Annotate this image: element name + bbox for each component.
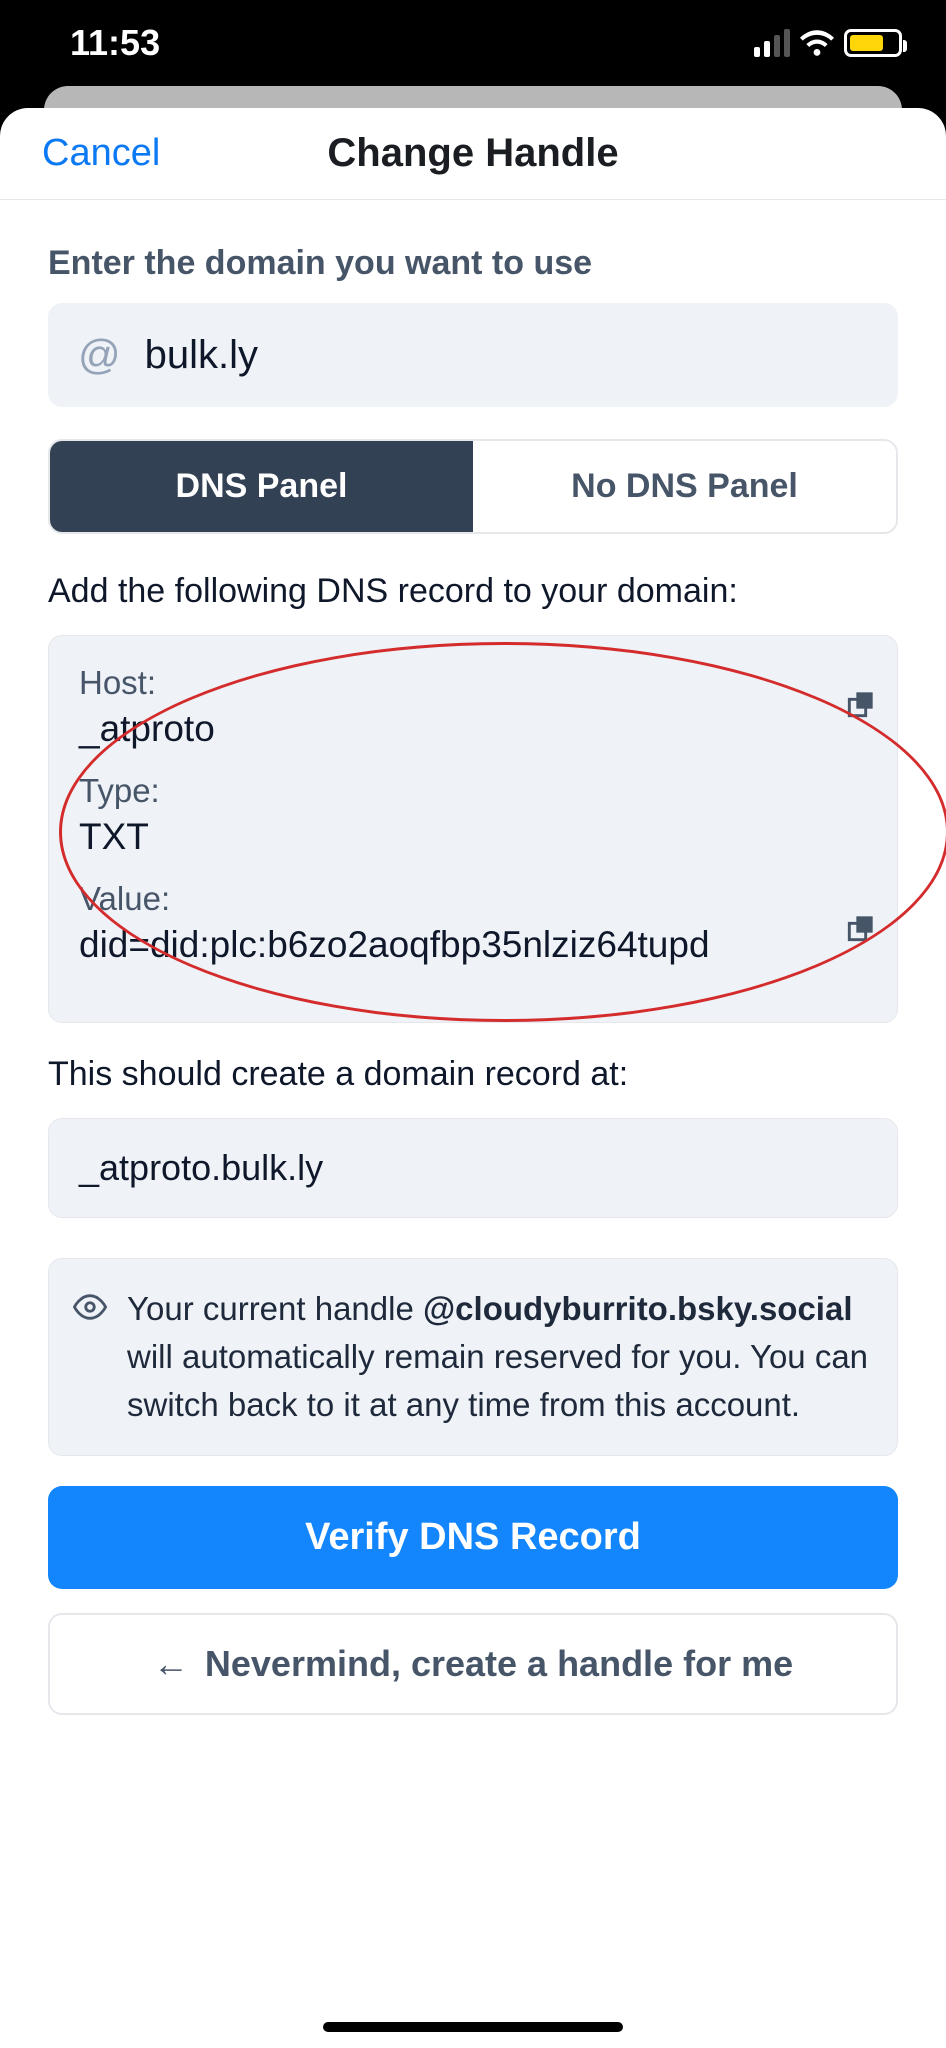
dns-record-card: Host: _atproto Type: TXT Value: did=did:… bbox=[48, 635, 898, 1023]
host-value: _atproto bbox=[79, 708, 867, 750]
domain-input[interactable]: @ bulk.ly bbox=[48, 303, 898, 407]
type-label: Type: bbox=[79, 772, 867, 810]
panel-segmented-control: DNS Panel No DNS Panel bbox=[48, 439, 898, 534]
handle-reserved-notice: Your current handle @cloudyburrito.bsky.… bbox=[48, 1258, 898, 1456]
tab-no-dns-panel[interactable]: No DNS Panel bbox=[473, 441, 896, 532]
status-bar: 11:53 bbox=[0, 0, 946, 86]
nevermind-label: Nevermind, create a handle for me bbox=[205, 1643, 793, 1685]
home-indicator bbox=[323, 2022, 623, 2032]
notice-text: Your current handle @cloudyburrito.bsky.… bbox=[127, 1285, 873, 1429]
host-label: Host: bbox=[79, 664, 867, 702]
dns-instruction: Add the following DNS record to your dom… bbox=[48, 572, 898, 611]
eye-icon bbox=[73, 1289, 107, 1429]
nav-bar: Cancel Change Handle bbox=[0, 108, 946, 200]
copy-value-button[interactable] bbox=[847, 914, 875, 942]
modal-sheet: Cancel Change Handle Enter the domain yo… bbox=[0, 108, 946, 2048]
back-arrow-icon: ← bbox=[153, 1643, 189, 1685]
nevermind-button[interactable]: ← Nevermind, create a handle for me bbox=[48, 1613, 898, 1715]
type-value: TXT bbox=[79, 816, 867, 858]
battery-icon bbox=[844, 29, 902, 57]
notice-pre: Your current handle bbox=[127, 1290, 423, 1327]
record-instruction: This should create a domain record at: bbox=[48, 1055, 898, 1094]
at-icon: @ bbox=[78, 331, 121, 379]
copy-host-button[interactable] bbox=[847, 690, 875, 718]
cancel-button[interactable]: Cancel bbox=[0, 132, 160, 175]
wifi-icon bbox=[800, 30, 834, 56]
cellular-icon bbox=[754, 29, 790, 57]
tab-dns-panel[interactable]: DNS Panel bbox=[50, 441, 473, 532]
domain-label: Enter the domain you want to use bbox=[48, 244, 898, 283]
record-value-box: _atproto.bulk.ly bbox=[48, 1118, 898, 1218]
value-value: did=did:plc:b6zo2aoqfbp35nlziz64tupd bbox=[79, 924, 867, 966]
verify-dns-button[interactable]: Verify DNS Record bbox=[48, 1486, 898, 1589]
status-time: 11:53 bbox=[70, 22, 160, 64]
status-indicators bbox=[754, 29, 902, 57]
notice-handle: @cloudyburrito.bsky.social bbox=[423, 1290, 853, 1327]
notice-post: will automatically remain reserved for y… bbox=[127, 1338, 868, 1423]
value-label: Value: bbox=[79, 880, 867, 918]
domain-value: bulk.ly bbox=[145, 333, 258, 378]
